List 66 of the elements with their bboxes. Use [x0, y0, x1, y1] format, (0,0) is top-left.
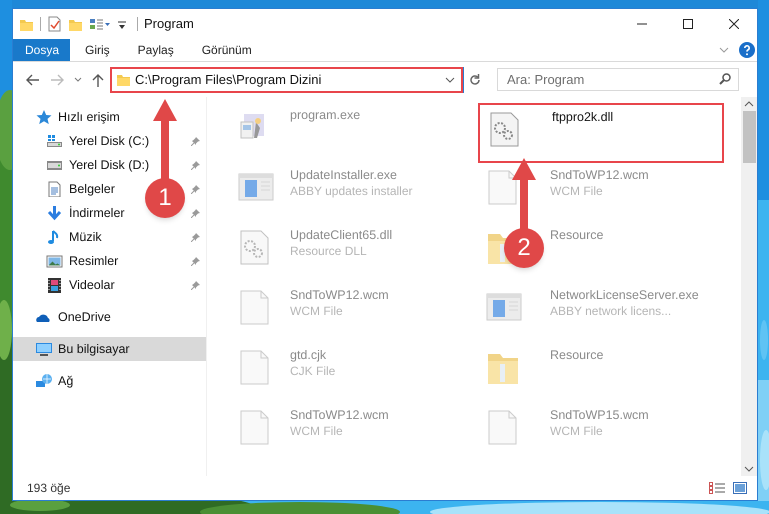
dropdown-caret-icon[interactable] [445, 76, 455, 82]
pin-icon [191, 208, 201, 218]
ribbon-tab[interactable]: Paylaş [124, 39, 187, 61]
film-icon [46, 277, 63, 293]
item-count: 193 öğe [27, 480, 70, 497]
nav-label: OneDrive [58, 308, 111, 326]
down-arrow-icon [46, 205, 63, 221]
nav-item[interactable]: İndirmeler [69, 204, 125, 222]
nav-item[interactable]: Yerel Disk (C:) [69, 132, 150, 150]
nav-item[interactable]: OneDrive [13, 305, 206, 329]
file-type: WCM File [550, 423, 604, 439]
up-arrow-icon[interactable] [92, 72, 104, 86]
details-view-icon[interactable] [709, 482, 725, 494]
pin-icon [191, 136, 201, 146]
properties-icon[interactable] [47, 16, 62, 32]
ribbon-tab[interactable]: Dosya [13, 39, 70, 61]
refresh-icon [468, 74, 480, 86]
pin-icon [191, 232, 201, 242]
nav-item[interactable]: Müzik [69, 228, 102, 246]
picture-icon [46, 253, 63, 269]
document-icon [46, 181, 63, 197]
monitor-icon [35, 341, 52, 357]
large-icons-view-icon[interactable] [733, 482, 747, 494]
nav-item[interactable]: Belgeler [69, 180, 115, 198]
pin-icon [191, 256, 201, 266]
folder-icon [116, 72, 131, 87]
expand-ribbon-icon[interactable] [719, 47, 729, 53]
ribbon-tab[interactable]: Görünüm [188, 39, 265, 61]
file-name: ftppro2k.dll [552, 109, 614, 125]
nav-item[interactable]: Bu bilgisayar [13, 337, 206, 361]
nav-item[interactable]: Yerel Disk (D:) [69, 156, 150, 174]
file-type: WCM File [290, 423, 344, 439]
file-item[interactable]: ftppro2k.dll [478, 103, 724, 163]
nav-item[interactable]: Resimler [69, 252, 118, 270]
pin-icon [191, 280, 201, 290]
maximize-icon [683, 19, 693, 29]
dropdown-caret-icon[interactable] [74, 76, 82, 82]
file-type: ABBY updates installer [290, 183, 413, 199]
nav-item[interactable]: Hızlı erişim [13, 105, 206, 129]
address-path: C:\Program Files\Program Dizini [135, 70, 322, 89]
file-type: Resource DLL [290, 243, 368, 259]
help-icon[interactable] [739, 42, 755, 58]
file-type: WCM File [290, 303, 344, 319]
star-icon [35, 109, 52, 125]
close-icon [729, 19, 739, 29]
back-arrow-icon[interactable] [26, 74, 40, 86]
search-field[interactable]: Ara: Program [497, 68, 739, 91]
nav-label: Ağ [58, 372, 74, 390]
nav-item[interactable]: Ağ [13, 369, 206, 393]
pin-icon [191, 160, 201, 170]
nav-label: Hızlı erişim [58, 108, 120, 126]
ribbon-tab[interactable]: Giriş [72, 39, 123, 61]
nav-item[interactable]: Videolar [69, 276, 115, 294]
file-type: CJK File [290, 363, 336, 379]
view-options-icon[interactable] [89, 16, 111, 32]
scrollbar[interactable] [741, 97, 757, 476]
file-type: WCM File [550, 183, 604, 199]
network-icon [35, 373, 52, 389]
drive-icon [46, 133, 63, 149]
scroll-thumb[interactable] [742, 111, 756, 163]
nav-label: Bu bilgisayar [58, 340, 130, 358]
pin-icon [191, 184, 201, 194]
address-bar[interactable]: C:\Program Files\Program Dizini [110, 66, 463, 92]
file-type: ABBY network licens... [550, 303, 672, 319]
search-icon[interactable] [719, 73, 731, 85]
window-title: Program [144, 15, 194, 34]
